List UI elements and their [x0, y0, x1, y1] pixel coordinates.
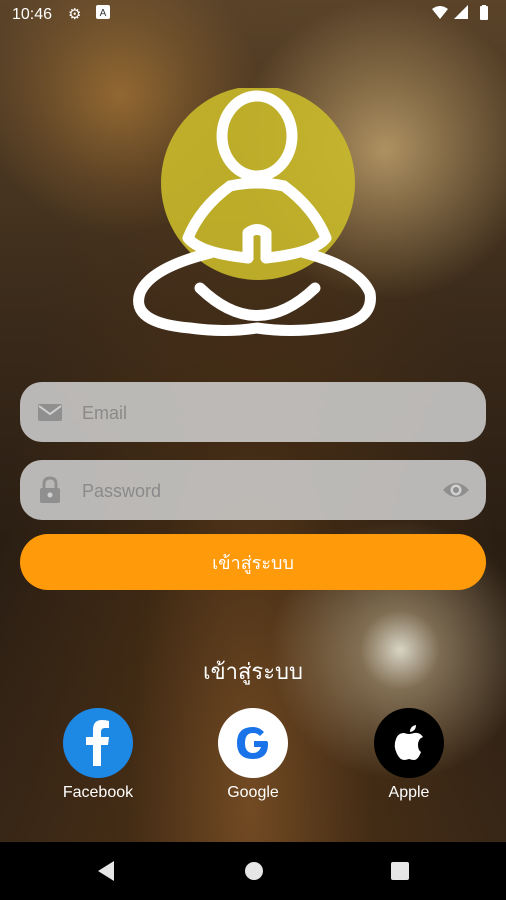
apple-label: Apple	[388, 784, 430, 801]
recents-icon[interactable]	[389, 860, 411, 882]
home-icon[interactable]	[243, 860, 265, 882]
notification-icon: A	[96, 5, 110, 23]
google-icon[interactable]	[218, 708, 288, 778]
eye-icon[interactable]	[442, 478, 470, 502]
google-login-button[interactable]: Google	[198, 708, 308, 802]
back-icon[interactable]	[96, 860, 116, 882]
google-label: Google	[227, 784, 279, 801]
navigation-bar	[0, 842, 506, 900]
facebook-icon[interactable]	[63, 708, 133, 778]
apple-icon[interactable]	[374, 708, 444, 778]
wifi-signal-battery-icons	[432, 5, 488, 20]
facebook-label: Facebook	[62, 784, 134, 801]
email-icon	[38, 404, 62, 421]
facebook-login-button[interactable]: Facebook	[43, 708, 153, 802]
status-icons	[430, 5, 496, 25]
password-field[interactable]	[20, 460, 486, 522]
svg-text:A: A	[100, 8, 107, 19]
apple-login-button[interactable]: Apple	[354, 708, 464, 802]
login-button[interactable]: เข้าสู่ระบบ	[20, 534, 486, 590]
email-field[interactable]	[20, 382, 486, 444]
status-bar: 10:46 ⚙ A	[0, 0, 506, 30]
social-login-heading: เข้าสู่ระบบ	[203, 660, 303, 685]
settings-icon: ⚙	[68, 6, 82, 23]
lock-icon	[40, 476, 60, 503]
email-input[interactable]	[80, 382, 424, 444]
password-input[interactable]	[80, 460, 424, 522]
meditation-logo	[130, 86, 380, 363]
status-time: 10:46	[12, 6, 53, 23]
login-screen: 10:46 ⚙ A Email เข้าสู่ระบบ เข้าสู่ระบบ …	[0, 0, 506, 900]
